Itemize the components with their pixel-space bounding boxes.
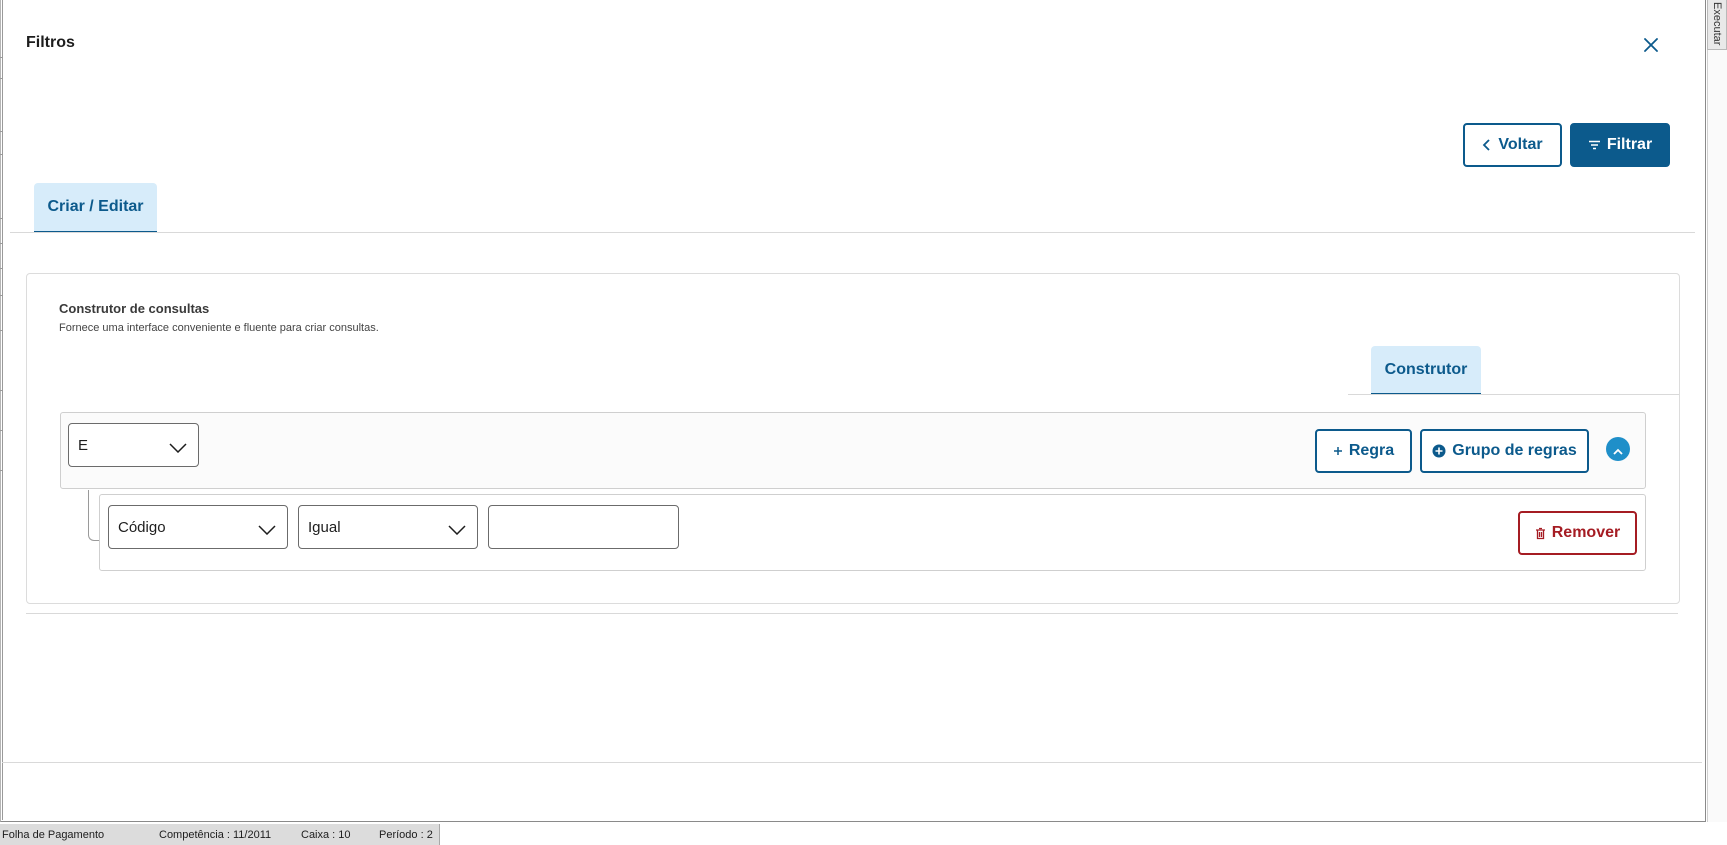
tab-criar-editar-label: Criar / Editar	[47, 198, 144, 215]
modal-title: Filtros	[26, 34, 75, 51]
add-rule-group-label: Grupo de regras	[1452, 442, 1577, 459]
filter-button[interactable]: Filtrar	[1570, 123, 1670, 167]
close-icon[interactable]	[1640, 34, 1662, 56]
chevron-left-icon	[1482, 139, 1492, 151]
query-builder-description: Fornece uma interface conveniente e flue…	[59, 322, 379, 334]
chevron-down-icon	[448, 522, 466, 539]
trash-icon	[1535, 527, 1546, 540]
filter-icon	[1588, 140, 1601, 150]
rule-field-value: Código	[118, 518, 166, 536]
rule-operator-value: Igual	[308, 518, 341, 536]
side-tab-label: Executar	[1711, 2, 1723, 46]
footer-divider	[2, 762, 1702, 763]
status-module: Folha de Pagamento	[2, 828, 105, 841]
group-condition-select[interactable]: E	[68, 423, 199, 467]
chevron-up-icon	[1613, 440, 1623, 459]
left-window-edge	[0, 0, 3, 820]
add-rule-group-button[interactable]: Grupo de regras	[1420, 429, 1589, 473]
add-rule-button[interactable]: Regra	[1315, 429, 1412, 473]
remove-rule-label: Remover	[1551, 524, 1621, 541]
back-button[interactable]: Voltar	[1463, 123, 1562, 167]
tab-construtor-label: Construtor	[1384, 360, 1468, 378]
status-competencia: Competência : 11/2011	[159, 828, 272, 841]
back-button-label: Voltar	[1498, 136, 1543, 153]
rule-field-select[interactable]: Código	[108, 505, 288, 549]
tabs-divider	[10, 232, 1695, 233]
side-execute-tab[interactable]: Executar	[1707, 0, 1727, 50]
plus-icon	[1333, 446, 1343, 456]
tab-construtor[interactable]: Construtor	[1371, 346, 1481, 395]
collapse-group-button[interactable]	[1606, 437, 1630, 461]
query-builder-title: Construtor de consultas	[59, 301, 210, 316]
status-caixa: Caixa : 10	[301, 828, 351, 841]
chevron-down-icon	[169, 440, 187, 457]
filter-button-label: Filtrar	[1606, 136, 1653, 153]
side-strip	[1707, 50, 1727, 822]
tab-criar-editar[interactable]: Criar / Editar	[34, 183, 157, 233]
chevron-down-icon	[258, 522, 276, 539]
rule-value-input[interactable]	[488, 505, 679, 549]
builder-tabs-divider	[1348, 394, 1679, 395]
group-condition-value: E	[78, 436, 89, 454]
add-rule-label: Regra	[1348, 442, 1395, 459]
status-periodo: Período : 2	[379, 828, 433, 841]
remove-rule-button[interactable]: Remover	[1518, 511, 1637, 555]
panel-bottom-divider	[26, 613, 1678, 614]
plus-circle-icon	[1432, 444, 1446, 458]
status-bar: Folha de Pagamento Competência : 11/2011…	[0, 824, 440, 845]
rule-operator-select[interactable]: Igual	[298, 505, 478, 549]
